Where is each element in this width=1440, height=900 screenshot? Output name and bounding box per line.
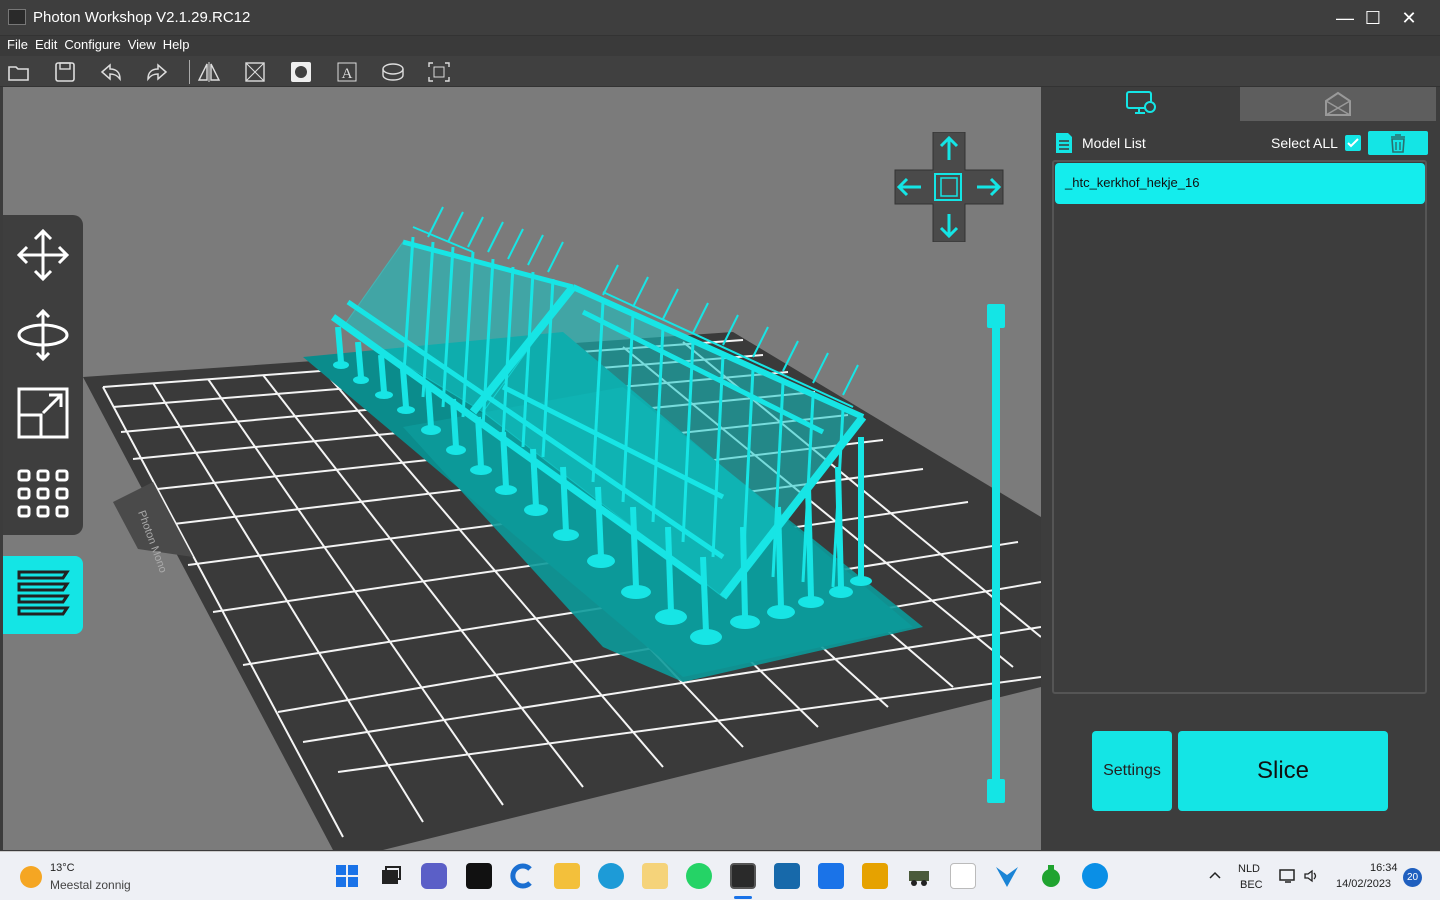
move-icon[interactable] [15, 227, 71, 283]
window-title: Photon Workshop V2.1.29.RC12 [33, 9, 251, 26]
toolbar: A [0, 56, 1440, 87]
active-app-indicator [734, 896, 752, 899]
support-icon [1325, 91, 1351, 116]
weather-temp[interactable]: 13°C [50, 862, 75, 874]
save-icon[interactable] [52, 60, 78, 84]
weather-icon[interactable] [20, 866, 42, 888]
menu-edit[interactable]: Edit [28, 36, 57, 52]
clock-time[interactable]: 16:34 [1370, 862, 1398, 874]
chevron-up-icon[interactable] [1208, 868, 1222, 882]
task-view-icon[interactable] [378, 863, 404, 889]
train-app-icon[interactable] [906, 863, 932, 889]
redo-icon[interactable] [144, 60, 170, 84]
weather-desc[interactable]: Meestal zonnig [50, 878, 131, 892]
menu-file[interactable]: File [0, 36, 28, 52]
scene-canvas: Photon Mono [83, 206, 1041, 850]
volume-icon[interactable] [1303, 868, 1319, 884]
left-tool-panel [3, 215, 83, 535]
taskbar: 13°C Meestal zonnig NLD BEC 16:34 14/02/… [0, 851, 1440, 900]
app-logo-icon [8, 9, 26, 25]
punch-hole-icon[interactable] [288, 60, 314, 84]
calculator-icon[interactable] [862, 863, 888, 889]
network-icon[interactable] [1279, 868, 1297, 884]
menu-configure[interactable]: Configure [57, 36, 120, 52]
document-icon[interactable] [950, 863, 976, 889]
tab-model-settings[interactable] [1041, 87, 1240, 121]
select-all-checkbox[interactable] [1345, 135, 1361, 151]
language-code[interactable]: NLD [1238, 863, 1260, 875]
notification-badge[interactable]: 20 [1403, 868, 1422, 887]
open-folder-icon[interactable] [6, 60, 32, 84]
vivaldi-icon[interactable] [994, 863, 1020, 889]
layer-slider-bottom-handle[interactable] [987, 779, 1005, 803]
trash-icon [1391, 134, 1405, 153]
model-list-label: Model List [1082, 135, 1146, 151]
maximize-button[interactable]: ☐ [1358, 6, 1388, 30]
settings-button[interactable]: Settings [1092, 731, 1172, 811]
model-list [1052, 160, 1427, 694]
mail-icon[interactable] [642, 863, 668, 889]
title-bar: Photon Workshop V2.1.29.RC12 — ☐ ✕ [0, 0, 1440, 36]
tab-support[interactable] [1240, 87, 1436, 121]
keyboard-layout[interactable]: BEC [1240, 879, 1263, 891]
layer-slider-track[interactable] [992, 316, 1000, 786]
ccleaner-icon[interactable] [510, 863, 536, 889]
view-navigator[interactable] [893, 131, 1005, 243]
edge-icon[interactable] [598, 863, 624, 889]
layers-icon [17, 570, 70, 616]
menu-view[interactable]: View [121, 36, 156, 52]
model-list-icon [1056, 133, 1072, 153]
list-item-model[interactable]: _htc_kerkhof_hekje_16 [1055, 163, 1425, 204]
skype-icon[interactable] [1082, 863, 1108, 889]
menu-help[interactable]: Help [156, 36, 190, 52]
app-icon[interactable] [818, 863, 844, 889]
photon-workshop-taskbar-icon[interactable] [730, 863, 756, 889]
toolbar-separator [189, 60, 190, 84]
close-button[interactable]: ✕ [1394, 6, 1424, 30]
camera-view-icon[interactable] [426, 60, 452, 84]
green-app-icon[interactable] [1038, 863, 1064, 889]
layers-button[interactable] [3, 556, 83, 634]
hollow-icon[interactable] [242, 60, 268, 84]
scale-icon[interactable] [15, 385, 71, 441]
minimize-button[interactable]: — [1330, 6, 1360, 30]
undo-icon[interactable] [98, 60, 124, 84]
rotate-icon[interactable] [15, 307, 71, 363]
mirror-icon[interactable] [196, 60, 222, 84]
whatsapp-icon[interactable] [686, 863, 712, 889]
start-icon[interactable] [334, 863, 360, 889]
clock-date[interactable]: 14/02/2023 [1336, 878, 1391, 890]
text-icon[interactable]: A [334, 60, 360, 84]
delete-model-button[interactable] [1368, 131, 1428, 155]
select-all-label: Select ALL [1271, 135, 1338, 151]
arrange-icon[interactable] [15, 465, 71, 521]
3d-viewport[interactable]: Photon Mono [3, 87, 1041, 850]
slice-button[interactable]: Slice [1178, 731, 1388, 811]
svg-text:A: A [342, 66, 353, 82]
pickit-icon[interactable] [466, 863, 492, 889]
layer-slider-top-handle[interactable] [987, 304, 1005, 328]
plate-icon[interactable] [380, 60, 406, 84]
chat-icon[interactable] [421, 863, 447, 889]
file-explorer-icon[interactable] [554, 863, 580, 889]
esu-icon[interactable] [774, 863, 800, 889]
menu-bar: File Edit Configure View Help [0, 36, 1440, 56]
monitor-settings-icon [1126, 91, 1156, 114]
